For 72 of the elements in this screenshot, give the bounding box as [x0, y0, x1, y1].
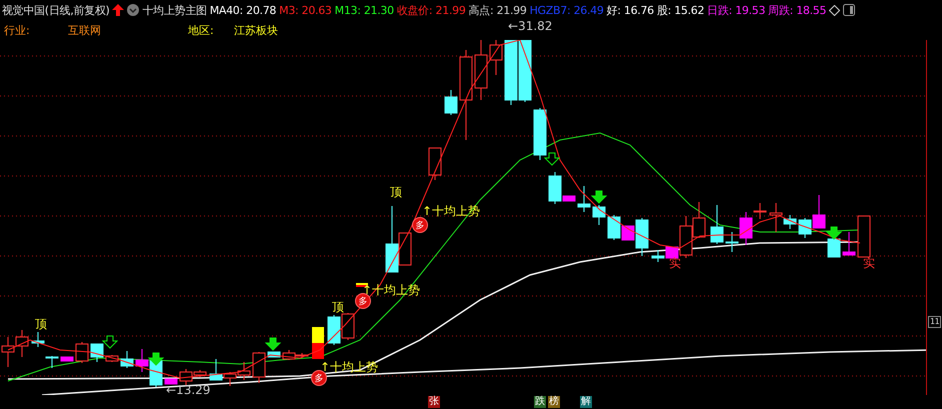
- candlestick: [692, 202, 706, 238]
- candlestick: [578, 186, 590, 212]
- signal-badge: 多: [412, 217, 428, 233]
- candlestick: [710, 204, 724, 244]
- indicator-tab[interactable]: 张: [428, 396, 440, 408]
- sell-label: 实: [863, 256, 875, 270]
- indicator-tab[interactable]: 解: [580, 396, 592, 408]
- candlestick: [342, 312, 354, 340]
- candlestick: [444, 90, 458, 116]
- signal-candlestick: [312, 327, 324, 359]
- signal-badge: 多: [311, 370, 327, 386]
- signal-bar: [356, 283, 368, 287]
- indicator-value: M3: 20.63: [279, 4, 332, 16]
- candlestick: [252, 352, 266, 384]
- candlestick: [428, 148, 442, 180]
- panel-icon[interactable]: [843, 4, 856, 16]
- candlestick: [90, 344, 104, 362]
- candlestick: [106, 354, 118, 362]
- candlestick: [490, 40, 502, 76]
- candlestick: [592, 204, 606, 226]
- candlestick: [504, 40, 518, 106]
- up-arrow-icon[interactable]: [112, 4, 124, 16]
- candlestick: [120, 350, 134, 368]
- candlestick: [842, 232, 856, 256]
- dropdown-icon[interactable]: [127, 4, 140, 16]
- down-arrow-icon: [102, 336, 118, 349]
- candlestick: [474, 40, 488, 100]
- candlestick: [32, 332, 44, 348]
- indicator-value: 股: 15.62: [656, 2, 704, 18]
- candlestick: [268, 352, 280, 358]
- indicator-value: M13: 21.30: [334, 4, 394, 16]
- indicator-value: HGZB7: 26.49: [530, 4, 604, 16]
- candlestick: [518, 40, 532, 102]
- down-arrow-icon: [544, 152, 560, 166]
- down-arrow-icon: [148, 352, 164, 366]
- down-arrow-icon: [264, 338, 282, 351]
- price-label: ←13.29: [166, 383, 210, 397]
- candlestick: [46, 356, 58, 368]
- candlestick: [136, 348, 148, 372]
- info-value: 江苏板块: [234, 22, 279, 38]
- sell-label: 实: [669, 256, 681, 270]
- info-value: 互联网: [68, 22, 102, 38]
- price-label: ←31.82: [508, 19, 552, 33]
- indicator-tab[interactable]: 跌: [534, 396, 546, 408]
- indicator-value: MA40: 20.78: [210, 4, 276, 16]
- candlestick: [60, 356, 74, 362]
- indicator-value: 日跌: 19.53: [707, 2, 766, 18]
- candlestick: [16, 330, 28, 358]
- indicator-value: 收盘价: 21.99: [396, 2, 466, 18]
- down-arrow-icon: [590, 190, 608, 204]
- stock-title: 视觉中国(日线,前复权): [2, 2, 110, 18]
- candlestick: [328, 314, 340, 346]
- indicator-value: 高点: 21.99: [468, 2, 527, 18]
- indicator-name: 十均上势主图: [142, 2, 207, 18]
- indicator-value: 好: 16.76: [606, 2, 654, 18]
- candlestick: [76, 342, 88, 364]
- info-label: 行业:: [4, 22, 31, 38]
- info-label: 地区:: [188, 22, 215, 38]
- diamond-icon[interactable]: [829, 4, 840, 16]
- signal-label: 顶: [35, 317, 47, 331]
- candlestick: [534, 108, 546, 160]
- indicator-value: 周跌: 18.55: [768, 2, 826, 18]
- signal-label: 顶: [332, 300, 344, 314]
- candlestick: [164, 378, 178, 384]
- signal-label: 顶: [390, 185, 402, 199]
- down-arrow-icon: [826, 226, 842, 240]
- candlestick: [652, 250, 664, 262]
- axis-label: 11: [928, 316, 942, 328]
- signal-badge: 多: [355, 293, 371, 309]
- candlestick: [238, 362, 250, 380]
- indicator-tab[interactable]: 榜: [548, 396, 560, 408]
- candlestick: [858, 216, 870, 258]
